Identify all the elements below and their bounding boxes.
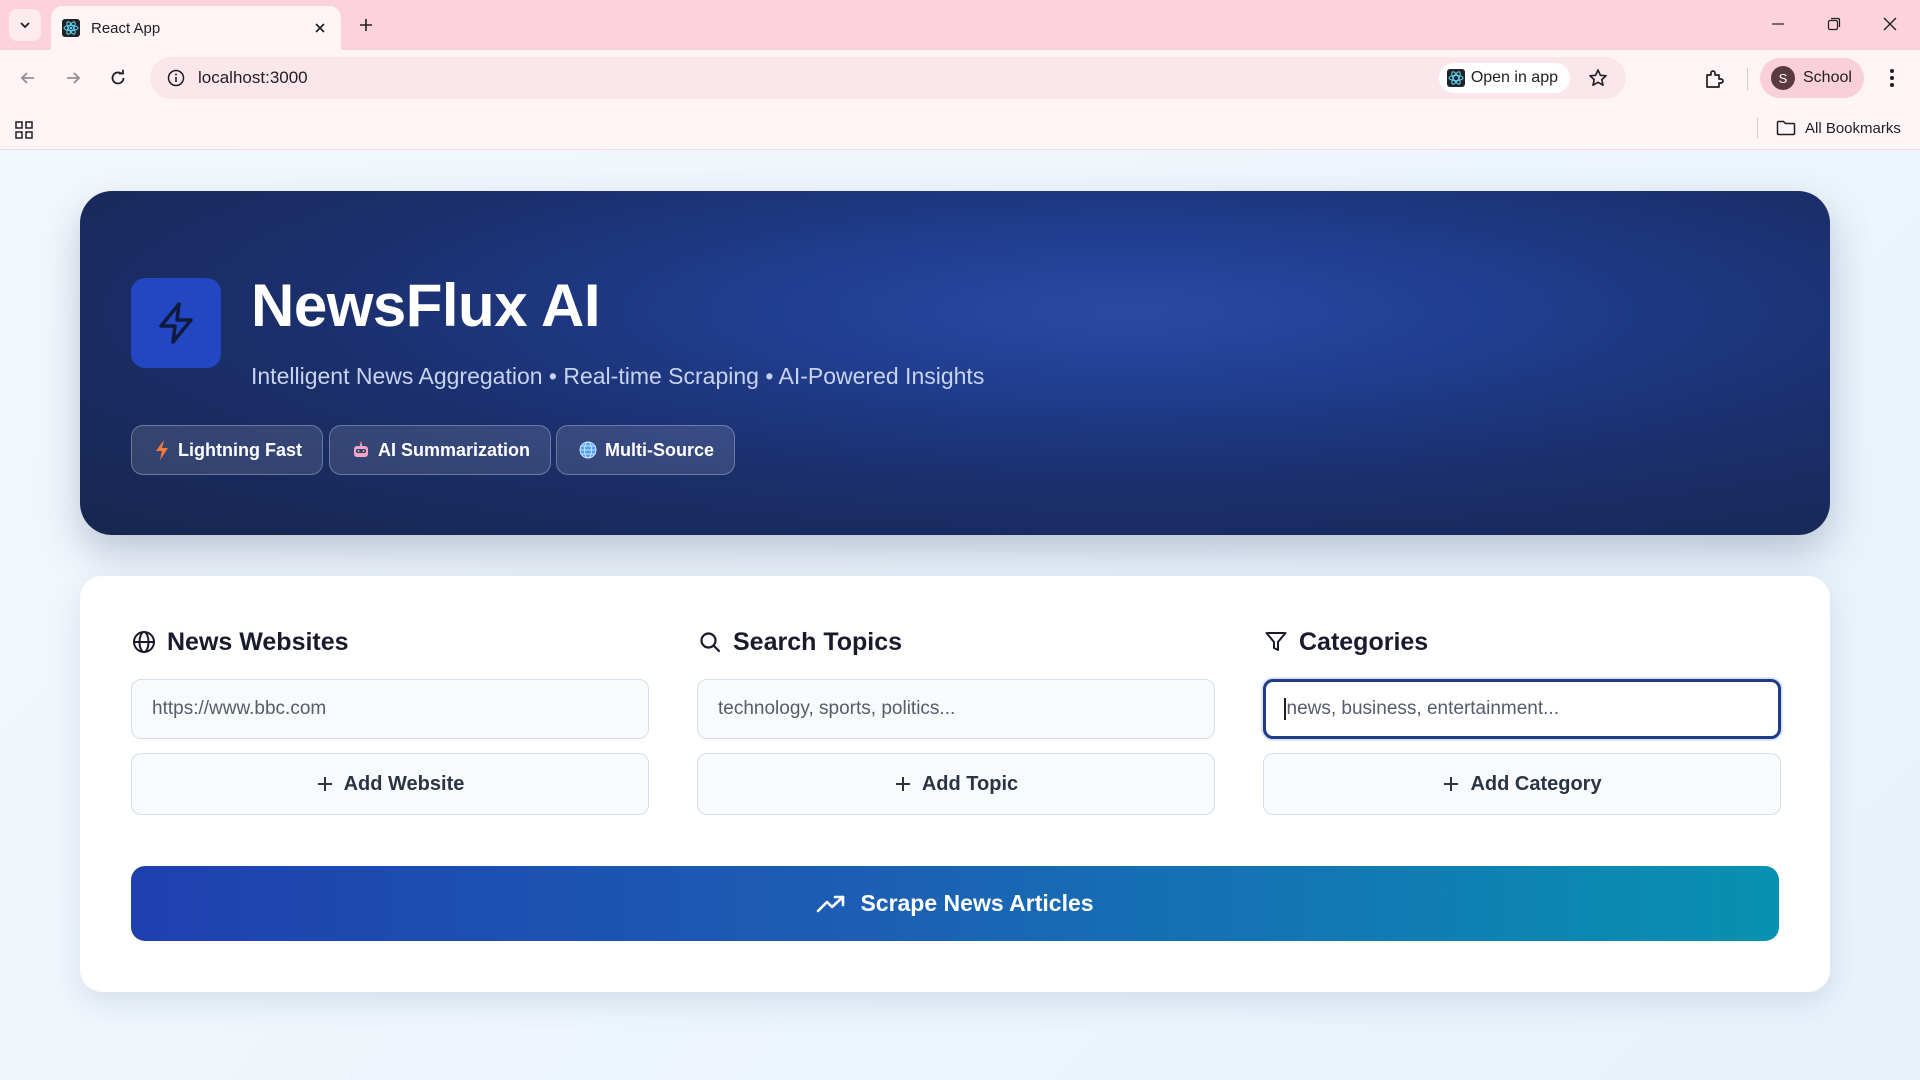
feature-badge-ai-summarization: AI Summarization bbox=[329, 425, 552, 475]
add-website-button[interactable]: Add Website bbox=[131, 753, 649, 815]
categories-header: Categories bbox=[1263, 626, 1781, 658]
bookmark-star-icon[interactable] bbox=[1582, 62, 1614, 94]
website-url-input[interactable]: https://www.bbc.com bbox=[131, 679, 649, 739]
reload-icon[interactable] bbox=[102, 62, 134, 94]
websites-section: News Websites https://www.bbc.com Add We… bbox=[131, 626, 649, 815]
new-tab-plus-icon[interactable] bbox=[352, 11, 380, 39]
bookmarks-bar: All Bookmarks bbox=[0, 106, 1920, 150]
scrape-news-button[interactable]: Scrape News Articles bbox=[131, 866, 1779, 941]
websites-header: News Websites bbox=[131, 626, 649, 658]
site-info-icon[interactable] bbox=[154, 57, 198, 99]
badge-label: AI Summarization bbox=[378, 439, 531, 460]
react-favicon-icon bbox=[61, 18, 81, 38]
open-in-app-button[interactable]: Open in app bbox=[1438, 63, 1570, 93]
plus-icon bbox=[316, 775, 334, 793]
feature-badge-multi-source: Multi-Source bbox=[556, 425, 736, 475]
scraper-config-panel: News Websites https://www.bbc.com Add We… bbox=[80, 576, 1830, 992]
hero-banner: NewsFlux AI Intelligent News Aggregation… bbox=[80, 191, 1830, 535]
globe-icon bbox=[579, 441, 597, 459]
app-subtitle: Intelligent News Aggregation • Real-time… bbox=[251, 363, 985, 389]
lightning-bolt-icon bbox=[159, 302, 193, 344]
add-category-button[interactable]: Add Category bbox=[1263, 753, 1781, 815]
topics-section: Search Topics technology, sports, politi… bbox=[697, 626, 1215, 815]
folder-icon bbox=[1776, 120, 1796, 136]
tab-title: React App bbox=[91, 19, 161, 37]
category-placeholder: news, business, entertainment... bbox=[1286, 698, 1559, 719]
add-website-label: Add Website bbox=[343, 772, 465, 795]
bookmarks-divider bbox=[1757, 118, 1758, 138]
categories-title: Categories bbox=[1299, 627, 1429, 656]
close-window-icon[interactable] bbox=[1860, 0, 1920, 48]
profile-name: School bbox=[1803, 69, 1852, 86]
feature-badge-lightning-fast: Lightning Fast bbox=[131, 425, 323, 475]
plus-icon bbox=[1442, 775, 1460, 793]
plus-icon bbox=[894, 775, 912, 793]
url-text: localhost:3000 bbox=[198, 68, 308, 87]
globe-icon bbox=[131, 629, 157, 655]
profile-button[interactable]: S School bbox=[1760, 58, 1864, 98]
toolbar-divider bbox=[1747, 68, 1748, 90]
text-caret bbox=[1284, 698, 1286, 720]
websites-title: News Websites bbox=[167, 627, 349, 656]
restore-icon[interactable] bbox=[1804, 0, 1864, 48]
app-logo bbox=[131, 278, 221, 368]
search-icon bbox=[697, 629, 723, 655]
tab-close-icon[interactable] bbox=[309, 17, 331, 39]
add-topic-label: Add Topic bbox=[921, 772, 1019, 795]
react-app-icon bbox=[1446, 69, 1465, 87]
robot-icon bbox=[352, 441, 370, 459]
tab-search-button[interactable] bbox=[9, 9, 41, 41]
add-topic-button[interactable]: Add Topic bbox=[697, 753, 1215, 815]
open-in-app-label: Open in app bbox=[1470, 69, 1558, 86]
badge-label: Multi-Source bbox=[605, 439, 715, 460]
browser-toolbar: localhost:3000 Open in app S School bbox=[0, 50, 1920, 106]
topics-header: Search Topics bbox=[697, 626, 1215, 658]
website-placeholder: https://www.bbc.com bbox=[152, 698, 327, 719]
trending-up-icon bbox=[816, 894, 846, 914]
add-category-label: Add Category bbox=[1470, 772, 1602, 795]
address-bar[interactable]: localhost:3000 Open in app bbox=[150, 57, 1626, 99]
topics-title: Search Topics bbox=[733, 627, 903, 656]
back-arrow-icon[interactable] bbox=[12, 62, 44, 94]
page-content: NewsFlux AI Intelligent News Aggregation… bbox=[0, 151, 1920, 1080]
badge-label: Lightning Fast bbox=[178, 439, 302, 460]
minimize-icon[interactable] bbox=[1748, 0, 1808, 48]
apps-grid-icon[interactable] bbox=[10, 116, 38, 144]
categories-section: Categories news, business, entertainment… bbox=[1263, 626, 1781, 815]
browser-tabstrip: React App bbox=[0, 0, 1920, 50]
lightning-icon bbox=[154, 440, 170, 460]
filter-icon bbox=[1263, 629, 1289, 655]
chevron-down-icon bbox=[20, 22, 30, 29]
scrape-button-label: Scrape News Articles bbox=[860, 890, 1094, 916]
browser-tab[interactable]: React App bbox=[51, 6, 341, 50]
topic-input[interactable]: technology, sports, politics... bbox=[697, 679, 1215, 739]
avatar: S bbox=[1771, 66, 1795, 90]
category-input[interactable]: news, business, entertainment... bbox=[1263, 679, 1781, 739]
forward-arrow-icon[interactable] bbox=[57, 62, 89, 94]
app-title: NewsFlux AI bbox=[251, 272, 601, 339]
extensions-puzzle-icon[interactable] bbox=[1697, 62, 1731, 96]
all-bookmarks-button[interactable]: All Bookmarks bbox=[1776, 114, 1901, 142]
topic-placeholder: technology, sports, politics... bbox=[718, 698, 956, 719]
all-bookmarks-label: All Bookmarks bbox=[1805, 119, 1901, 137]
kebab-menu-icon[interactable] bbox=[1876, 62, 1908, 94]
